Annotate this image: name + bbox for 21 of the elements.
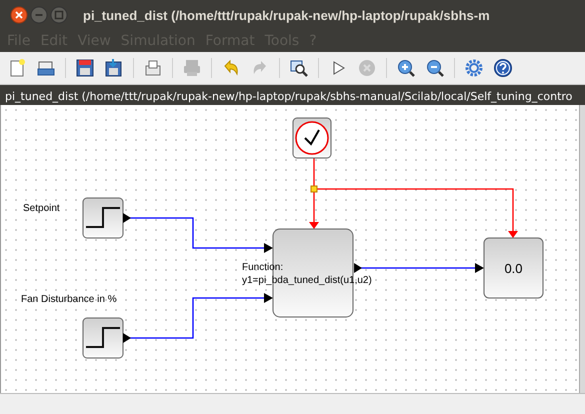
close-icon[interactable] [10,6,28,24]
split-point [310,186,318,192]
scrollbar[interactable] [579,105,585,393]
block-label: Fan Disturbance in % [21,294,117,305]
window-title: pi_tuned_dist (/home/ttt/rupak/rupak-new/hp-laptop/rupak/sbhs-m [83,8,490,22]
display-block[interactable] [484,238,544,298]
zoom-out-icon[interactable] [425,58,445,78]
menu-item[interactable]: ? [309,33,317,49]
clock-block[interactable] [292,118,332,158]
save-icon[interactable] [75,58,95,78]
block-label: Setpoint [23,203,60,214]
fit-view-icon[interactable] [289,58,309,78]
zoom-in-icon[interactable] [396,58,416,78]
diagram-tab[interactable]: pi_tuned_dist (/home/ttt/rupak/rupak-new/hp-laptop/rupak/sbhs-manual/Scilab/local/Self_tuning_contro [0,90,572,103]
save-as-icon[interactable] [104,58,124,78]
step-block[interactable] [82,198,131,238]
step-block[interactable] [82,318,131,358]
help-icon[interactable] [493,58,513,78]
display-value: 0.0 [504,261,523,276]
port-arrow-icon [354,263,362,273]
settings-icon[interactable] [464,58,484,78]
